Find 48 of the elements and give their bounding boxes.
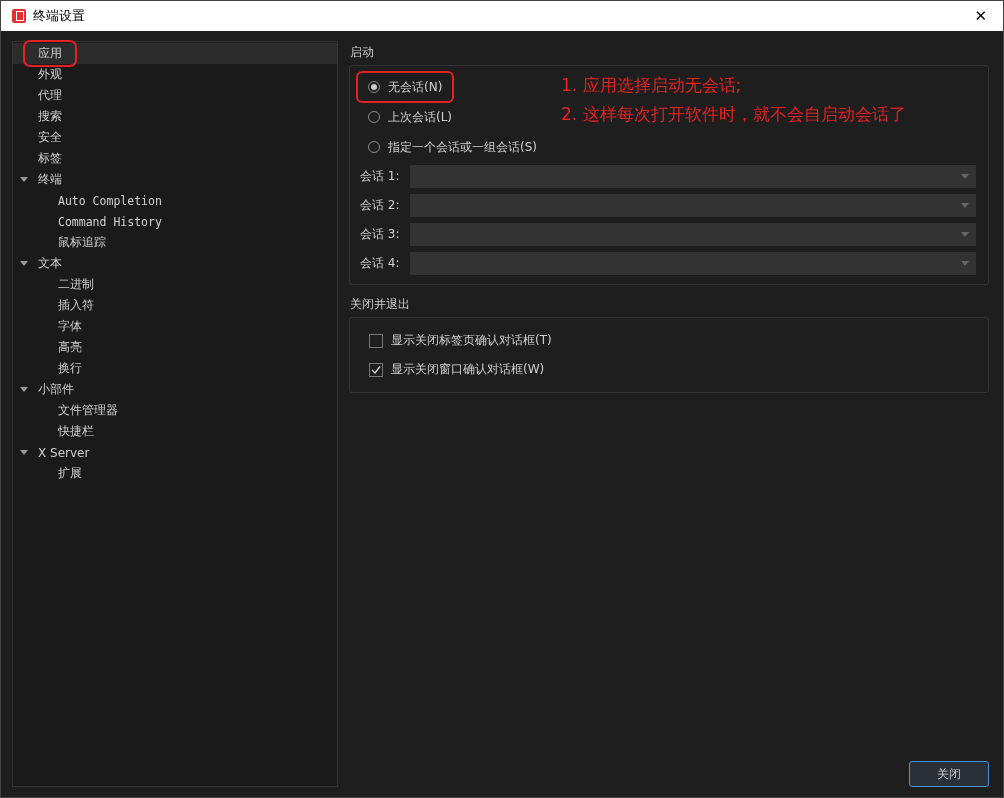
tree-item[interactable]: 插入符: [13, 295, 337, 316]
expand-arrow-icon[interactable]: [19, 261, 29, 267]
dropdown-caret-icon[interactable]: [960, 173, 970, 180]
field-label: 会话 2:: [360, 197, 401, 214]
app-logo-icon: [11, 8, 27, 24]
tree-item[interactable]: 高亮: [13, 337, 337, 358]
tree-item[interactable]: X Server: [13, 442, 337, 463]
expand-arrow-icon[interactable]: [19, 177, 29, 183]
tree-item[interactable]: 标签: [13, 148, 337, 169]
expand-arrow-icon[interactable]: [19, 387, 29, 393]
radio-option[interactable]: 上次会话(L): [360, 102, 461, 132]
expand-arrow-icon[interactable]: [19, 450, 29, 456]
tree-item[interactable]: 扩展: [13, 463, 337, 484]
dropdown-caret-icon[interactable]: [960, 202, 970, 209]
tree-item[interactable]: 快捷栏: [13, 421, 337, 442]
window-title: 终端设置: [33, 7, 86, 25]
tree-item[interactable]: Auto Completion: [13, 190, 337, 211]
group-title: 启动: [349, 44, 375, 61]
annotation-text: 2. 这样每次打开软件时，就不会自启动会话了: [561, 103, 906, 126]
tree-item[interactable]: Command History: [13, 211, 337, 232]
checkbox-option[interactable]: 显示关闭标签页确认对话框(T): [362, 326, 976, 355]
tree-item[interactable]: 代理: [13, 85, 337, 106]
field-label: 会话 4:: [360, 255, 401, 272]
close-button[interactable]: 关闭: [909, 761, 989, 787]
dropdown-caret-icon[interactable]: [960, 260, 970, 267]
dropdown-caret-icon[interactable]: [960, 231, 970, 238]
field-label: 会话 3:: [360, 226, 401, 243]
tree-item[interactable]: 搜索: [13, 106, 337, 127]
checkbox-icon[interactable]: [369, 333, 383, 348]
close-button[interactable]: ✕: [968, 7, 993, 25]
checkbox-icon[interactable]: [369, 362, 383, 377]
tree-item[interactable]: 鼠标追踪: [13, 232, 337, 253]
tree-item[interactable]: 外观: [13, 64, 337, 85]
radio-option[interactable]: 指定一个会话或一组会话(S): [360, 132, 545, 162]
tree-item[interactable]: 换行: [13, 358, 337, 379]
radio-option[interactable]: 无会话(N): [360, 75, 451, 99]
tree-item[interactable]: 字体: [13, 316, 337, 337]
tree-item[interactable]: 安全: [13, 127, 337, 148]
checkbox-option[interactable]: 显示关闭窗口确认对话框(W): [362, 355, 976, 384]
field-label: 会话 1:: [360, 168, 401, 185]
tree-item[interactable]: 文件管理器: [13, 400, 337, 421]
group-title: 关闭并退出: [349, 296, 411, 313]
tree-item[interactable]: 小部件: [13, 379, 337, 400]
tree-item[interactable]: 文本: [13, 253, 337, 274]
tree-item[interactable]: 终端: [13, 169, 337, 190]
annotation-text: 1. 应用选择启动无会话;: [561, 74, 743, 97]
tree-item[interactable]: 应用: [13, 43, 337, 64]
tree-item[interactable]: 二进制: [13, 274, 337, 295]
